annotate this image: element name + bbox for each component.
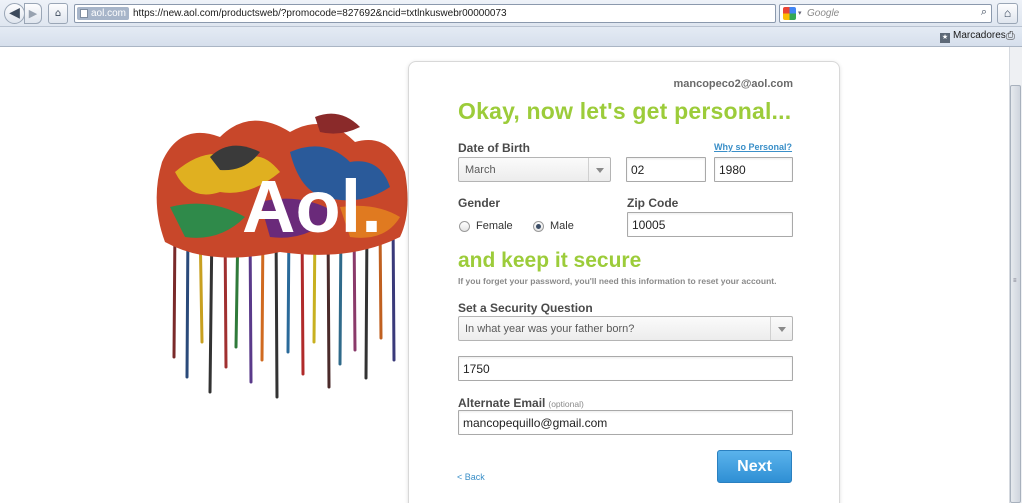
search-go-icon[interactable]: ⌕ <box>981 6 987 19</box>
alternate-email-field[interactable]: mancopequillo@gmail.com <box>458 410 793 435</box>
forward-arrow-icon[interactable]: ▶ <box>24 3 42 24</box>
site-badge-label: aol.com <box>91 8 127 19</box>
gender-label: Gender <box>458 196 501 210</box>
security-question-label: Set a Security Question <box>458 301 593 315</box>
security-question-dropdown-button[interactable] <box>770 317 792 340</box>
birth-month-dropdown-button[interactable] <box>588 158 610 181</box>
address-bar[interactable]: aol.com https://new.aol.com/productsweb/… <box>74 4 843 24</box>
site-identity-badge[interactable]: aol.com <box>77 7 130 20</box>
url-text[interactable]: https://new.aol.com/productsweb/?promoco… <box>133 8 507 19</box>
page-scrollbar[interactable]: ≡ <box>1009 47 1022 503</box>
security-answer-value: 1750 <box>463 362 490 376</box>
aol-logo-text: Aol. <box>242 165 382 248</box>
back-link[interactable]: < Back <box>457 472 485 482</box>
dob-label: Date of Birth <box>458 141 530 155</box>
bookmarks-label: Marcadores <box>953 30 1006 41</box>
secure-heading: and keep it secure <box>458 249 642 272</box>
security-answer-field[interactable]: 1750 <box>458 356 793 381</box>
birth-month-value: March <box>465 164 496 176</box>
registration-card: mancopeco2@aol.com Okay, now let's get p… <box>408 61 840 503</box>
page-content: Aol. mancopeco2@aol.com Okay, now let's … <box>0 47 1022 503</box>
birth-day-value: 02 <box>631 163 645 177</box>
birth-year-field[interactable]: 1980 <box>714 157 793 182</box>
why-personal-link[interactable]: Why so Personal? <box>714 142 792 152</box>
alternate-email-value: mancopequillo@gmail.com <box>463 416 608 430</box>
gender-male-radio[interactable] <box>533 221 544 232</box>
google-logo-icon[interactable] <box>783 7 796 20</box>
zip-code-label: Zip Code <box>627 196 679 210</box>
aol-logo: Aol. <box>156 113 408 399</box>
gender-female-label[interactable]: Female <box>476 220 513 232</box>
zip-code-value: 10005 <box>632 218 666 232</box>
secure-note: If you forget your password, you'll need… <box>458 276 777 286</box>
birth-day-field[interactable]: 02 <box>626 157 706 182</box>
scrollbar-grip-icon: ≡ <box>1013 278 1017 284</box>
bookmarks-icon: ★ <box>940 33 950 43</box>
browser-toolbar: ◀ ▶ ⌂ aol.com https://new.aol.com/produc… <box>0 0 1022 27</box>
alternate-email-label: Alternate Email (optional) <box>458 396 584 410</box>
bookmarks-menu[interactable]: ★ Marcadores <box>940 30 1006 43</box>
account-email: mancopeco2@aol.com <box>673 78 793 90</box>
search-placeholder[interactable]: Google <box>807 8 839 19</box>
site-identity-icon[interactable]: ⌂ <box>48 3 68 24</box>
next-button[interactable]: Next <box>717 450 792 483</box>
chevron-down-icon <box>596 168 604 173</box>
scrollbar-thumb[interactable]: ≡ <box>1010 85 1021 503</box>
print-icon[interactable]: ⎙ <box>1006 30 1015 43</box>
favicon-icon <box>80 9 88 18</box>
zip-code-field[interactable]: 10005 <box>627 212 793 237</box>
birth-month-select[interactable]: March <box>458 157 611 182</box>
alternate-email-label-text: Alternate Email <box>458 396 546 410</box>
bookmarks-bar: ★ Marcadores ⎙ <box>0 27 1022 47</box>
back-arrow-icon[interactable]: ◀ <box>4 3 25 24</box>
security-question-select[interactable]: In what year was your father born? <box>458 316 793 341</box>
gender-female-radio[interactable] <box>459 221 470 232</box>
home-icon[interactable]: ⌂ <box>997 3 1018 24</box>
optional-tag: (optional) <box>548 399 584 409</box>
security-question-value: In what year was your father born? <box>465 323 635 335</box>
birth-year-value: 1980 <box>719 163 746 177</box>
search-bar[interactable]: ▾ Google ⌕ <box>779 4 992 23</box>
gender-male-label[interactable]: Male <box>550 220 574 232</box>
page-title: Okay, now let's get personal... <box>458 98 792 124</box>
search-engine-dropdown-icon[interactable]: ▾ <box>798 9 802 17</box>
chevron-down-icon <box>778 327 786 332</box>
